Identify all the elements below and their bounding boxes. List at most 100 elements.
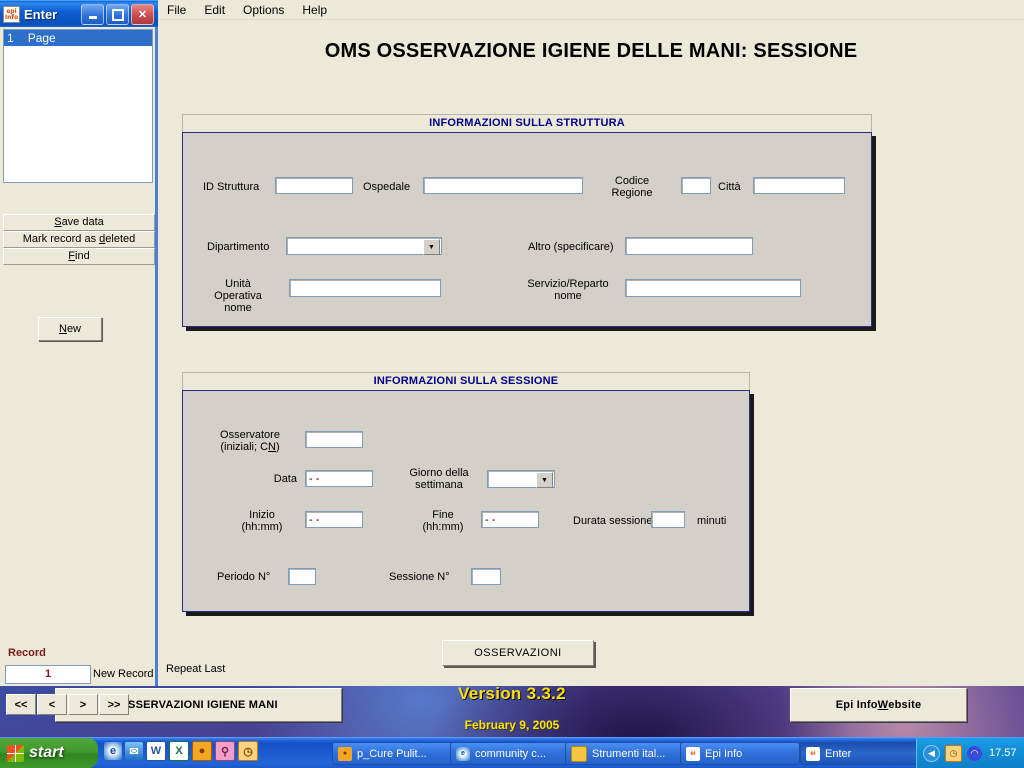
menu-item-options[interactable]: Options bbox=[234, 1, 293, 19]
clock-app-icon: ● bbox=[338, 746, 352, 761]
menubar: File Edit Options Help bbox=[158, 0, 1024, 20]
epi-info-website-button[interactable]: Epi Info Website bbox=[790, 688, 967, 722]
record-number-input[interactable]: 1 bbox=[5, 665, 91, 684]
nav-next-record-button[interactable]: > bbox=[68, 694, 98, 715]
ospedale-input[interactable] bbox=[423, 177, 583, 194]
epiinfo-icon: ei bbox=[806, 746, 820, 761]
fine-label: Fine (hh:mm) bbox=[422, 509, 464, 533]
key-icon[interactable]: ⚲ bbox=[215, 741, 235, 761]
epiinfo-icon: epi Info bbox=[3, 6, 20, 23]
periodo-label: Periodo N° bbox=[217, 571, 271, 583]
dipartimento-label: Dipartimento bbox=[207, 241, 270, 253]
id-struttura-input[interactable] bbox=[275, 177, 353, 194]
unita-operativa-label: Unità Operativa nome bbox=[214, 278, 262, 314]
codice-regione-label: Codice Regione bbox=[611, 175, 653, 199]
fine-input[interactable]: - - bbox=[481, 511, 539, 528]
minimize-button[interactable] bbox=[81, 4, 104, 25]
page-label: Page bbox=[27, 31, 56, 45]
inizio-input[interactable]: - - bbox=[305, 511, 363, 528]
session-group-header: INFORMAZIONI SULLA SESSIONE bbox=[182, 372, 750, 390]
durata-sessione-label: Durata sessione bbox=[573, 515, 653, 527]
menu-item-help[interactable]: Help bbox=[293, 1, 336, 19]
word-icon[interactable]: W bbox=[146, 741, 166, 761]
ospedale-label: Ospedale bbox=[363, 181, 411, 193]
new-record-button[interactable]: New bbox=[38, 317, 102, 341]
altro-specificare-label: Altro (specificare) bbox=[528, 241, 614, 253]
giorno-settimana-label: Giorno della settimana bbox=[409, 467, 469, 491]
page-number: 1 bbox=[7, 31, 14, 45]
sessione-label: Sessione N° bbox=[389, 571, 450, 583]
page-list[interactable]: 1 Page bbox=[3, 29, 153, 183]
osservatore-label: Osservatore (iniziali; CN) bbox=[220, 429, 280, 453]
save-data-button[interactable]: Save data bbox=[3, 214, 155, 231]
codice-regione-input[interactable] bbox=[681, 177, 711, 194]
structure-group-header: INFORMAZIONI SULLA STRUTTURA bbox=[182, 114, 872, 132]
sessione-input[interactable] bbox=[471, 568, 501, 585]
session-group-body: Osservatore (iniziali; CN) Data - - Giorn… bbox=[182, 390, 750, 612]
minuti-unit-label: minuti bbox=[697, 515, 727, 527]
page-list-item[interactable]: 1 Page bbox=[4, 30, 152, 46]
menu-item-file[interactable]: File bbox=[158, 1, 195, 19]
maximize-button[interactable] bbox=[106, 4, 129, 25]
taskbar-item-label: Epi Info bbox=[705, 747, 743, 760]
session-groupbox: INFORMAZIONI SULLA SESSIONE Osservatore(… bbox=[182, 372, 750, 612]
new-record-status: New Record bbox=[93, 668, 154, 680]
excel-icon[interactable]: X bbox=[169, 741, 189, 761]
altro-specificare-input[interactable] bbox=[625, 237, 753, 255]
record-label: Record bbox=[8, 647, 46, 659]
form-area: File Edit Options Help OMS OSSERVAZIONE … bbox=[158, 0, 1024, 686]
inizio-label: Inizio (hh:mm) bbox=[241, 509, 283, 533]
nav-previous-record-button[interactable]: < bbox=[37, 694, 67, 715]
start-label: start bbox=[29, 744, 64, 761]
nav-first-record-button[interactable]: << bbox=[6, 694, 36, 715]
chevron-left-icon[interactable]: ◀ bbox=[923, 744, 940, 762]
taskbar-item-label: p_Cure Pulit... bbox=[357, 747, 427, 760]
enter-window: epi Info Enter ✕ 1 Page Save data Mark re… bbox=[0, 0, 1024, 715]
clock-app-icon[interactable]: ◷ bbox=[945, 744, 962, 762]
find-button[interactable]: Find bbox=[3, 248, 155, 265]
repeat-last-label: Repeat Last bbox=[166, 663, 226, 675]
chevron-down-icon[interactable]: ▼ bbox=[423, 239, 440, 255]
periodo-input[interactable] bbox=[288, 568, 316, 585]
structure-group-body: ID Struttura Ospedale Codice Regione Cit… bbox=[182, 132, 872, 327]
sidebar: 1 Page Save data Mark record as deleted … bbox=[0, 27, 158, 715]
osservazioni-button[interactable]: OSSERVAZIONI bbox=[442, 640, 594, 666]
taskbar-clock[interactable]: 17.57 bbox=[989, 747, 1017, 759]
taskbar-item-community[interactable]: e community c... bbox=[450, 742, 580, 765]
page-title: OMS OSSERVAZIONE IGIENE DELLE MANI: SESS… bbox=[324, 40, 858, 62]
epiinfo-icon: ei bbox=[686, 746, 700, 761]
osservatore-input[interactable] bbox=[305, 431, 363, 448]
taskbar-item-strumenti-italiano[interactable]: Strumenti ital... bbox=[565, 742, 695, 765]
taskbar-item-enter[interactable]: ei Enter bbox=[800, 742, 918, 765]
clock-app-icon[interactable]: ● bbox=[192, 741, 212, 761]
nav-last-record-button[interactable]: >> bbox=[99, 694, 129, 715]
taskbar-item-epi-info[interactable]: ei Epi Info bbox=[680, 742, 800, 765]
folder-icon bbox=[571, 745, 587, 762]
mark-record-as-deleted-button[interactable]: Mark record as deleted bbox=[3, 231, 155, 248]
data-label: Data bbox=[273, 473, 297, 485]
servizio-reparto-input[interactable] bbox=[625, 279, 801, 297]
window-titlebar: epi Info Enter ✕ bbox=[0, 0, 158, 28]
servizio-reparto-label: Servizio/Reparto nome bbox=[527, 278, 609, 302]
unita-operativa-input[interactable] bbox=[289, 279, 441, 297]
outlook-express-icon[interactable]: ✉ bbox=[125, 742, 143, 760]
ie-icon[interactable]: e bbox=[104, 742, 122, 760]
taskbar: start e ✉ W X ● ⚲ ◷ ● p_Cure Pulit... e … bbox=[0, 737, 1024, 768]
quick-launch-bar: e ✉ W X ● ⚲ ◷ bbox=[104, 741, 258, 761]
windows-logo-icon bbox=[7, 744, 24, 762]
taskbar-item-label: community c... bbox=[475, 747, 546, 760]
data-input[interactable]: - - bbox=[305, 470, 373, 487]
menu-item-edit[interactable]: Edit bbox=[195, 1, 234, 19]
taskbar-item-label: Strumenti ital... bbox=[592, 747, 666, 760]
start-button[interactable]: start bbox=[0, 738, 98, 768]
chevron-down-icon[interactable]: ▼ bbox=[536, 472, 553, 488]
network-icon[interactable]: ◠ bbox=[967, 745, 982, 761]
clock2-icon[interactable]: ◷ bbox=[238, 741, 258, 761]
window-title: Enter bbox=[24, 7, 58, 22]
ie-icon: e bbox=[456, 746, 470, 761]
citta-input[interactable] bbox=[753, 177, 845, 194]
giorno-settimana-select[interactable]: ▼ bbox=[487, 470, 555, 488]
close-icon[interactable]: ✕ bbox=[131, 4, 154, 25]
durata-sessione-input[interactable] bbox=[651, 511, 685, 528]
dipartimento-select[interactable]: ▼ bbox=[286, 237, 442, 255]
